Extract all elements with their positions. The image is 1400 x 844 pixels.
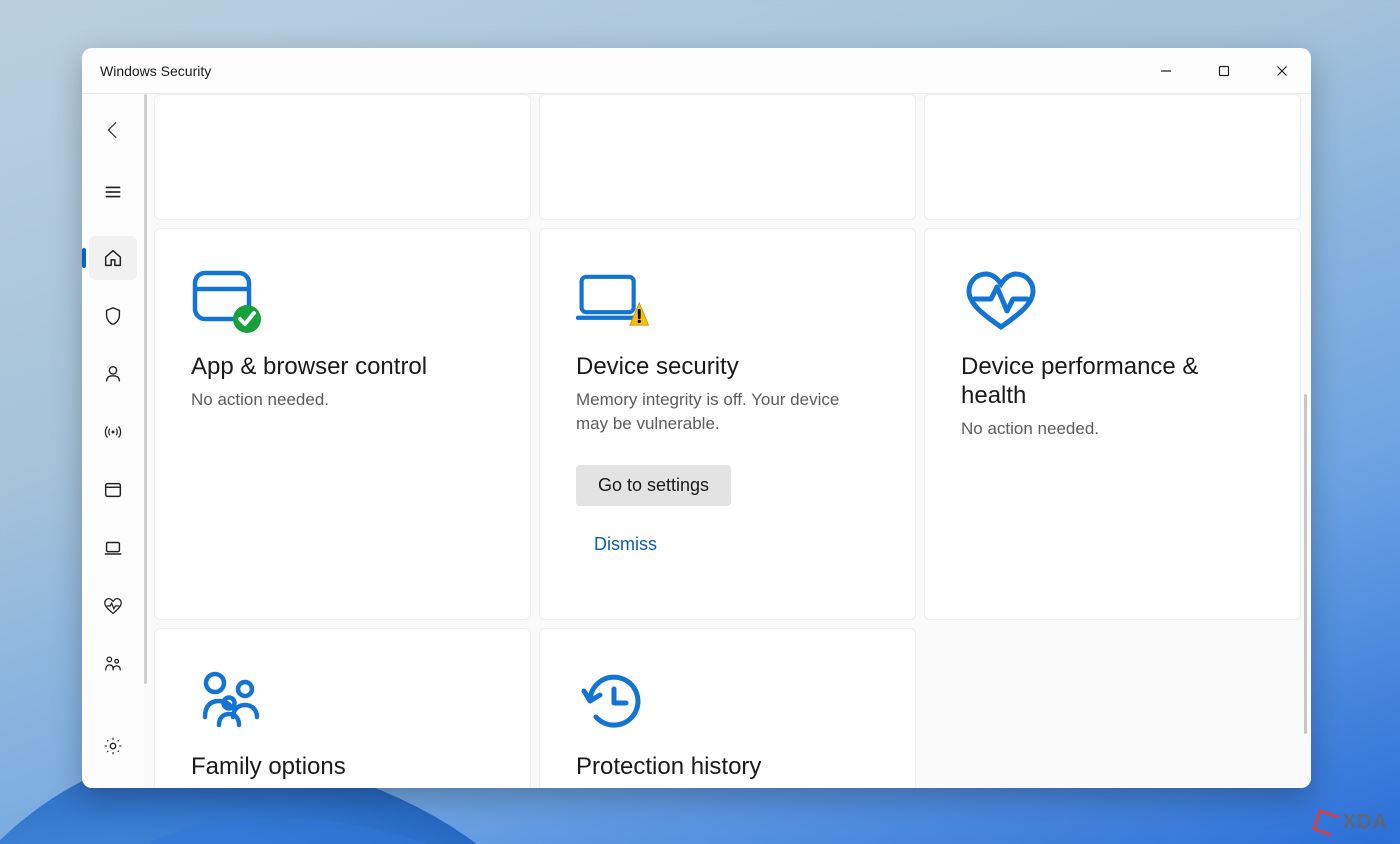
content-scroll-thumb[interactable] — [1304, 394, 1307, 734]
gear-icon — [102, 735, 124, 757]
card-title: Device performance & health — [961, 353, 1264, 411]
shield-icon — [102, 305, 124, 327]
sidebar-item-app-browser[interactable] — [89, 468, 137, 512]
xda-watermark-text: XDA — [1343, 811, 1388, 834]
sidebar — [82, 94, 144, 788]
card-subtitle: No action needed. — [191, 388, 481, 413]
family-icon — [102, 653, 124, 675]
minimize-button[interactable] — [1137, 48, 1195, 94]
sidebar-item-firewall-network[interactable] — [89, 410, 137, 454]
card-title: Family options — [191, 753, 494, 782]
go-to-settings-button[interactable]: Go to settings — [576, 465, 731, 506]
card-family-options[interactable]: Family options — [154, 628, 531, 788]
card-device-security[interactable]: Device security Memory integrity is off.… — [539, 228, 916, 620]
dismiss-link[interactable]: Dismiss — [576, 534, 657, 555]
window-title: Windows Security — [100, 63, 211, 79]
card-subtitle: No action needed. — [961, 417, 1251, 442]
card-protection-history[interactable]: Protection history — [539, 628, 916, 788]
card-title: Device security — [576, 353, 879, 382]
card-subtitle: Memory integrity is off. Your device may… — [576, 388, 866, 437]
card-placeholder[interactable] — [154, 94, 531, 220]
card-title: Protection history — [576, 753, 879, 782]
sidebar-item-virus-threat[interactable] — [89, 294, 137, 338]
sidebar-item-account-protection[interactable] — [89, 352, 137, 396]
xda-watermark: XDA — [1315, 811, 1388, 834]
history-icon — [576, 663, 656, 735]
sidebar-item-home[interactable] — [89, 236, 137, 280]
content-area: App & browser control No action needed. — [144, 94, 1311, 788]
home-icon — [102, 247, 124, 269]
card-placeholder[interactable] — [539, 94, 916, 220]
maximize-button[interactable] — [1195, 48, 1253, 94]
device-security-icon — [576, 263, 656, 335]
hamburger-button[interactable] — [89, 170, 137, 214]
window-controls — [1137, 48, 1311, 94]
cards-row-previous — [154, 94, 1301, 220]
account-icon — [102, 363, 124, 385]
sidebar-item-device-security[interactable] — [89, 526, 137, 570]
xda-logo-icon — [1312, 808, 1340, 836]
window-icon — [102, 479, 124, 501]
sidebar-item-device-performance[interactable] — [89, 584, 137, 628]
windows-security-window: Windows Security — [82, 48, 1311, 788]
laptop-icon — [102, 537, 124, 559]
heart-health-icon — [961, 263, 1041, 335]
app-browser-icon — [191, 263, 271, 335]
heart-pulse-icon — [102, 595, 124, 617]
sidebar-item-settings[interactable] — [89, 724, 137, 768]
card-device-performance-health[interactable]: Device performance & health No action ne… — [924, 228, 1301, 620]
antenna-icon — [102, 421, 124, 443]
sidebar-item-family-options[interactable] — [89, 642, 137, 686]
family-options-icon — [191, 663, 271, 735]
card-title: App & browser control — [191, 353, 494, 382]
card-placeholder[interactable] — [924, 94, 1301, 220]
back-button[interactable] — [89, 108, 137, 152]
sidebar-scroll-thumb[interactable] — [144, 94, 147, 684]
titlebar: Windows Security — [82, 48, 1311, 94]
card-app-browser-control[interactable]: App & browser control No action needed. — [154, 228, 531, 620]
close-button[interactable] — [1253, 48, 1311, 94]
